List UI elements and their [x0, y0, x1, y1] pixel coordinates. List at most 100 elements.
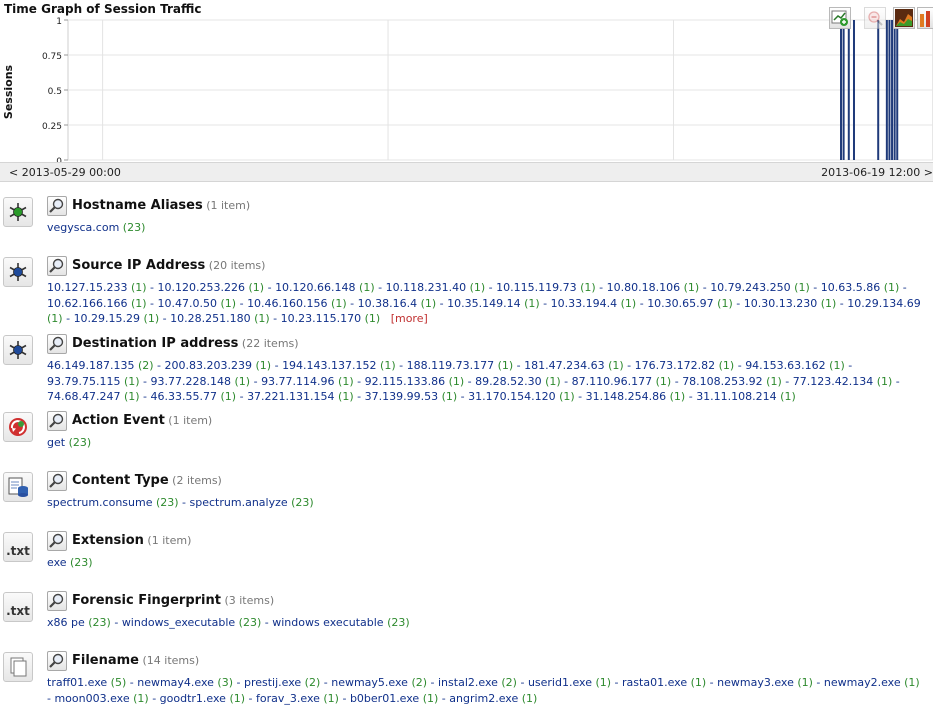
facet-value[interactable]: 10.79.243.250 — [710, 281, 790, 294]
facet-value-item[interactable]: newmay5.exe (2) — [331, 676, 427, 689]
facet-value[interactable]: spectrum.analyze — [190, 496, 288, 509]
facet-value-item[interactable]: 37.139.99.53 (1) — [365, 390, 458, 403]
facet-value[interactable]: 10.46.160.156 — [247, 297, 327, 310]
facet-value[interactable]: 37.139.99.53 — [365, 390, 438, 403]
facet-value-item[interactable]: angrim2.exe (1) — [449, 692, 537, 705]
facet-value[interactable]: prestij.exe — [244, 676, 301, 689]
facet-value[interactable]: traff01.exe — [47, 676, 107, 689]
facet-value-item[interactable]: 89.28.52.30 (1) — [475, 375, 561, 388]
action-event-icon[interactable] — [3, 412, 33, 442]
facet-value-item[interactable]: 77.123.42.134 (1) — [793, 375, 893, 388]
txt-file-icon[interactable]: .txt — [3, 592, 33, 622]
facet-title[interactable]: Filename (14 items) — [72, 653, 199, 668]
facet-value[interactable]: 10.23.115.170 — [281, 312, 361, 325]
facet-value[interactable]: 10.62.166.166 — [47, 297, 127, 310]
facet-value-item[interactable]: 93.77.114.96 (1) — [261, 375, 354, 388]
facet-value-item[interactable]: 10.35.149.14 (1) — [447, 297, 540, 310]
content-type-icon[interactable] — [3, 472, 33, 502]
facet-value[interactable]: 10.127.15.233 — [47, 281, 127, 294]
facet-value-item[interactable]: spectrum.analyze (23) — [190, 496, 314, 509]
facet-value-item[interactable]: 10.23.115.170 (1) — [281, 312, 381, 325]
facet-value-item[interactable]: 10.118.231.40 (1) — [386, 281, 486, 294]
facet-value-item[interactable]: 10.46.160.156 (1) — [247, 297, 347, 310]
facet-value-item[interactable]: 10.28.251.180 (1) — [170, 312, 270, 325]
files-icon[interactable] — [3, 652, 33, 682]
magnifier-icon[interactable] — [47, 531, 67, 551]
facet-value-item[interactable]: windows executable (23) — [272, 616, 409, 629]
magnifier-icon[interactable] — [47, 334, 67, 354]
facet-value[interactable]: moon003.exe — [54, 692, 129, 705]
facet-value[interactable]: 46.149.187.135 — [47, 359, 134, 372]
facet-value-item[interactable]: 46.149.187.135 (2) — [47, 359, 154, 372]
facet-value-item[interactable]: 10.47.0.50 (1) — [158, 297, 237, 310]
more-link[interactable]: [more] — [391, 312, 428, 325]
facet-title[interactable]: Source IP Address (20 items) — [72, 258, 265, 273]
facet-value-item[interactable]: 10.127.15.233 (1) — [47, 281, 147, 294]
facet-value[interactable]: windows_executable — [122, 616, 235, 629]
facet-value[interactable]: 10.33.194.4 — [551, 297, 617, 310]
magnifier-icon[interactable] — [47, 411, 67, 431]
facet-value-item[interactable]: 37.221.131.154 (1) — [247, 390, 354, 403]
facet-value[interactable]: 10.29.15.29 — [74, 312, 140, 325]
facet-value[interactable]: 10.28.251.180 — [170, 312, 250, 325]
facet-value[interactable]: 94.153.63.162 — [745, 359, 825, 372]
facet-value-item[interactable]: get (23) — [47, 436, 91, 449]
facet-value-item[interactable]: 181.47.234.63 (1) — [524, 359, 624, 372]
facet-title[interactable]: Extension (1 item) — [72, 533, 191, 548]
facet-value[interactable]: rasta01.exe — [622, 676, 687, 689]
zoom-out-button[interactable] — [864, 7, 886, 29]
facet-value-item[interactable]: 176.73.172.82 (1) — [635, 359, 735, 372]
asterisk-blue-icon[interactable] — [3, 335, 33, 365]
facet-value[interactable]: 10.30.13.230 — [744, 297, 817, 310]
facet-value-item[interactable]: 194.143.137.152 (1) — [282, 359, 396, 372]
facet-value-item[interactable]: 31.148.254.86 (1) — [586, 390, 686, 403]
facet-value[interactable]: get — [47, 436, 65, 449]
txt-file-icon[interactable]: .txt — [3, 532, 33, 562]
facet-value[interactable]: 10.35.149.14 — [447, 297, 520, 310]
facet-value[interactable]: 37.221.131.154 — [247, 390, 334, 403]
facet-value[interactable]: 46.33.55.77 — [151, 390, 217, 403]
facet-value[interactable]: 10.120.66.148 — [275, 281, 355, 294]
facet-value[interactable]: newmay3.exe — [717, 676, 794, 689]
facet-value-item[interactable]: 10.120.66.148 (1) — [275, 281, 375, 294]
facet-title[interactable]: Action Event (1 item) — [72, 413, 212, 428]
facet-value-item[interactable]: 188.119.73.177 (1) — [407, 359, 514, 372]
facet-value[interactable]: 31.148.254.86 — [586, 390, 666, 403]
facet-value-item[interactable]: 94.153.63.162 (1) — [745, 359, 845, 372]
facet-value-item[interactable]: 10.79.243.250 (1) — [710, 281, 810, 294]
facet-value-item[interactable]: 10.29.15.29 (1) — [74, 312, 160, 325]
facet-value-item[interactable]: windows_executable (23) — [122, 616, 261, 629]
facet-value[interactable]: forav_3.exe — [256, 692, 320, 705]
facet-value-item[interactable]: b0ber01.exe (1) — [350, 692, 438, 705]
facet-value-item[interactable]: moon003.exe (1) — [54, 692, 148, 705]
facet-value[interactable]: 77.123.42.134 — [793, 375, 873, 388]
magnifier-icon[interactable] — [47, 651, 67, 671]
facet-value[interactable]: userid1.exe — [528, 676, 592, 689]
facet-value[interactable]: 181.47.234.63 — [524, 359, 604, 372]
facet-value[interactable]: exe — [47, 556, 67, 569]
facet-value[interactable]: 10.115.119.73 — [496, 281, 576, 294]
facet-value[interactable]: 10.120.253.226 — [158, 281, 245, 294]
magnifier-icon[interactable] — [47, 256, 67, 276]
facet-value-item[interactable]: 93.79.75.115 (1) — [47, 375, 140, 388]
facet-value-item[interactable]: 200.83.203.239 (1) — [165, 359, 272, 372]
facet-title[interactable]: Forensic Fingerprint (3 items) — [72, 593, 274, 608]
facet-value-item[interactable]: 93.77.228.148 (1) — [151, 375, 251, 388]
facet-value[interactable]: newmay2.exe — [824, 676, 901, 689]
facet-value-item[interactable]: newmay2.exe (1) — [824, 676, 920, 689]
magnifier-icon[interactable] — [47, 196, 67, 216]
facet-value[interactable]: 89.28.52.30 — [475, 375, 541, 388]
facet-value[interactable]: 31.11.108.214 — [696, 390, 776, 403]
facet-title[interactable]: Destination IP address (22 items) — [72, 336, 299, 351]
facet-value-item[interactable]: newmay3.exe (1) — [717, 676, 813, 689]
facet-value[interactable]: instal2.exe — [438, 676, 498, 689]
asterisk-green-icon[interactable] — [3, 197, 33, 227]
magnifier-icon[interactable] — [47, 471, 67, 491]
facet-value[interactable]: 10.30.65.97 — [647, 297, 713, 310]
facet-value[interactable]: angrim2.exe — [449, 692, 518, 705]
facet-value[interactable]: 10.118.231.40 — [386, 281, 466, 294]
facet-value[interactable]: vegysca.com — [47, 221, 119, 234]
facet-value[interactable]: newmay4.exe — [137, 676, 214, 689]
facet-value[interactable]: 31.170.154.120 — [468, 390, 555, 403]
facet-value-item[interactable]: x86 pe (23) — [47, 616, 111, 629]
